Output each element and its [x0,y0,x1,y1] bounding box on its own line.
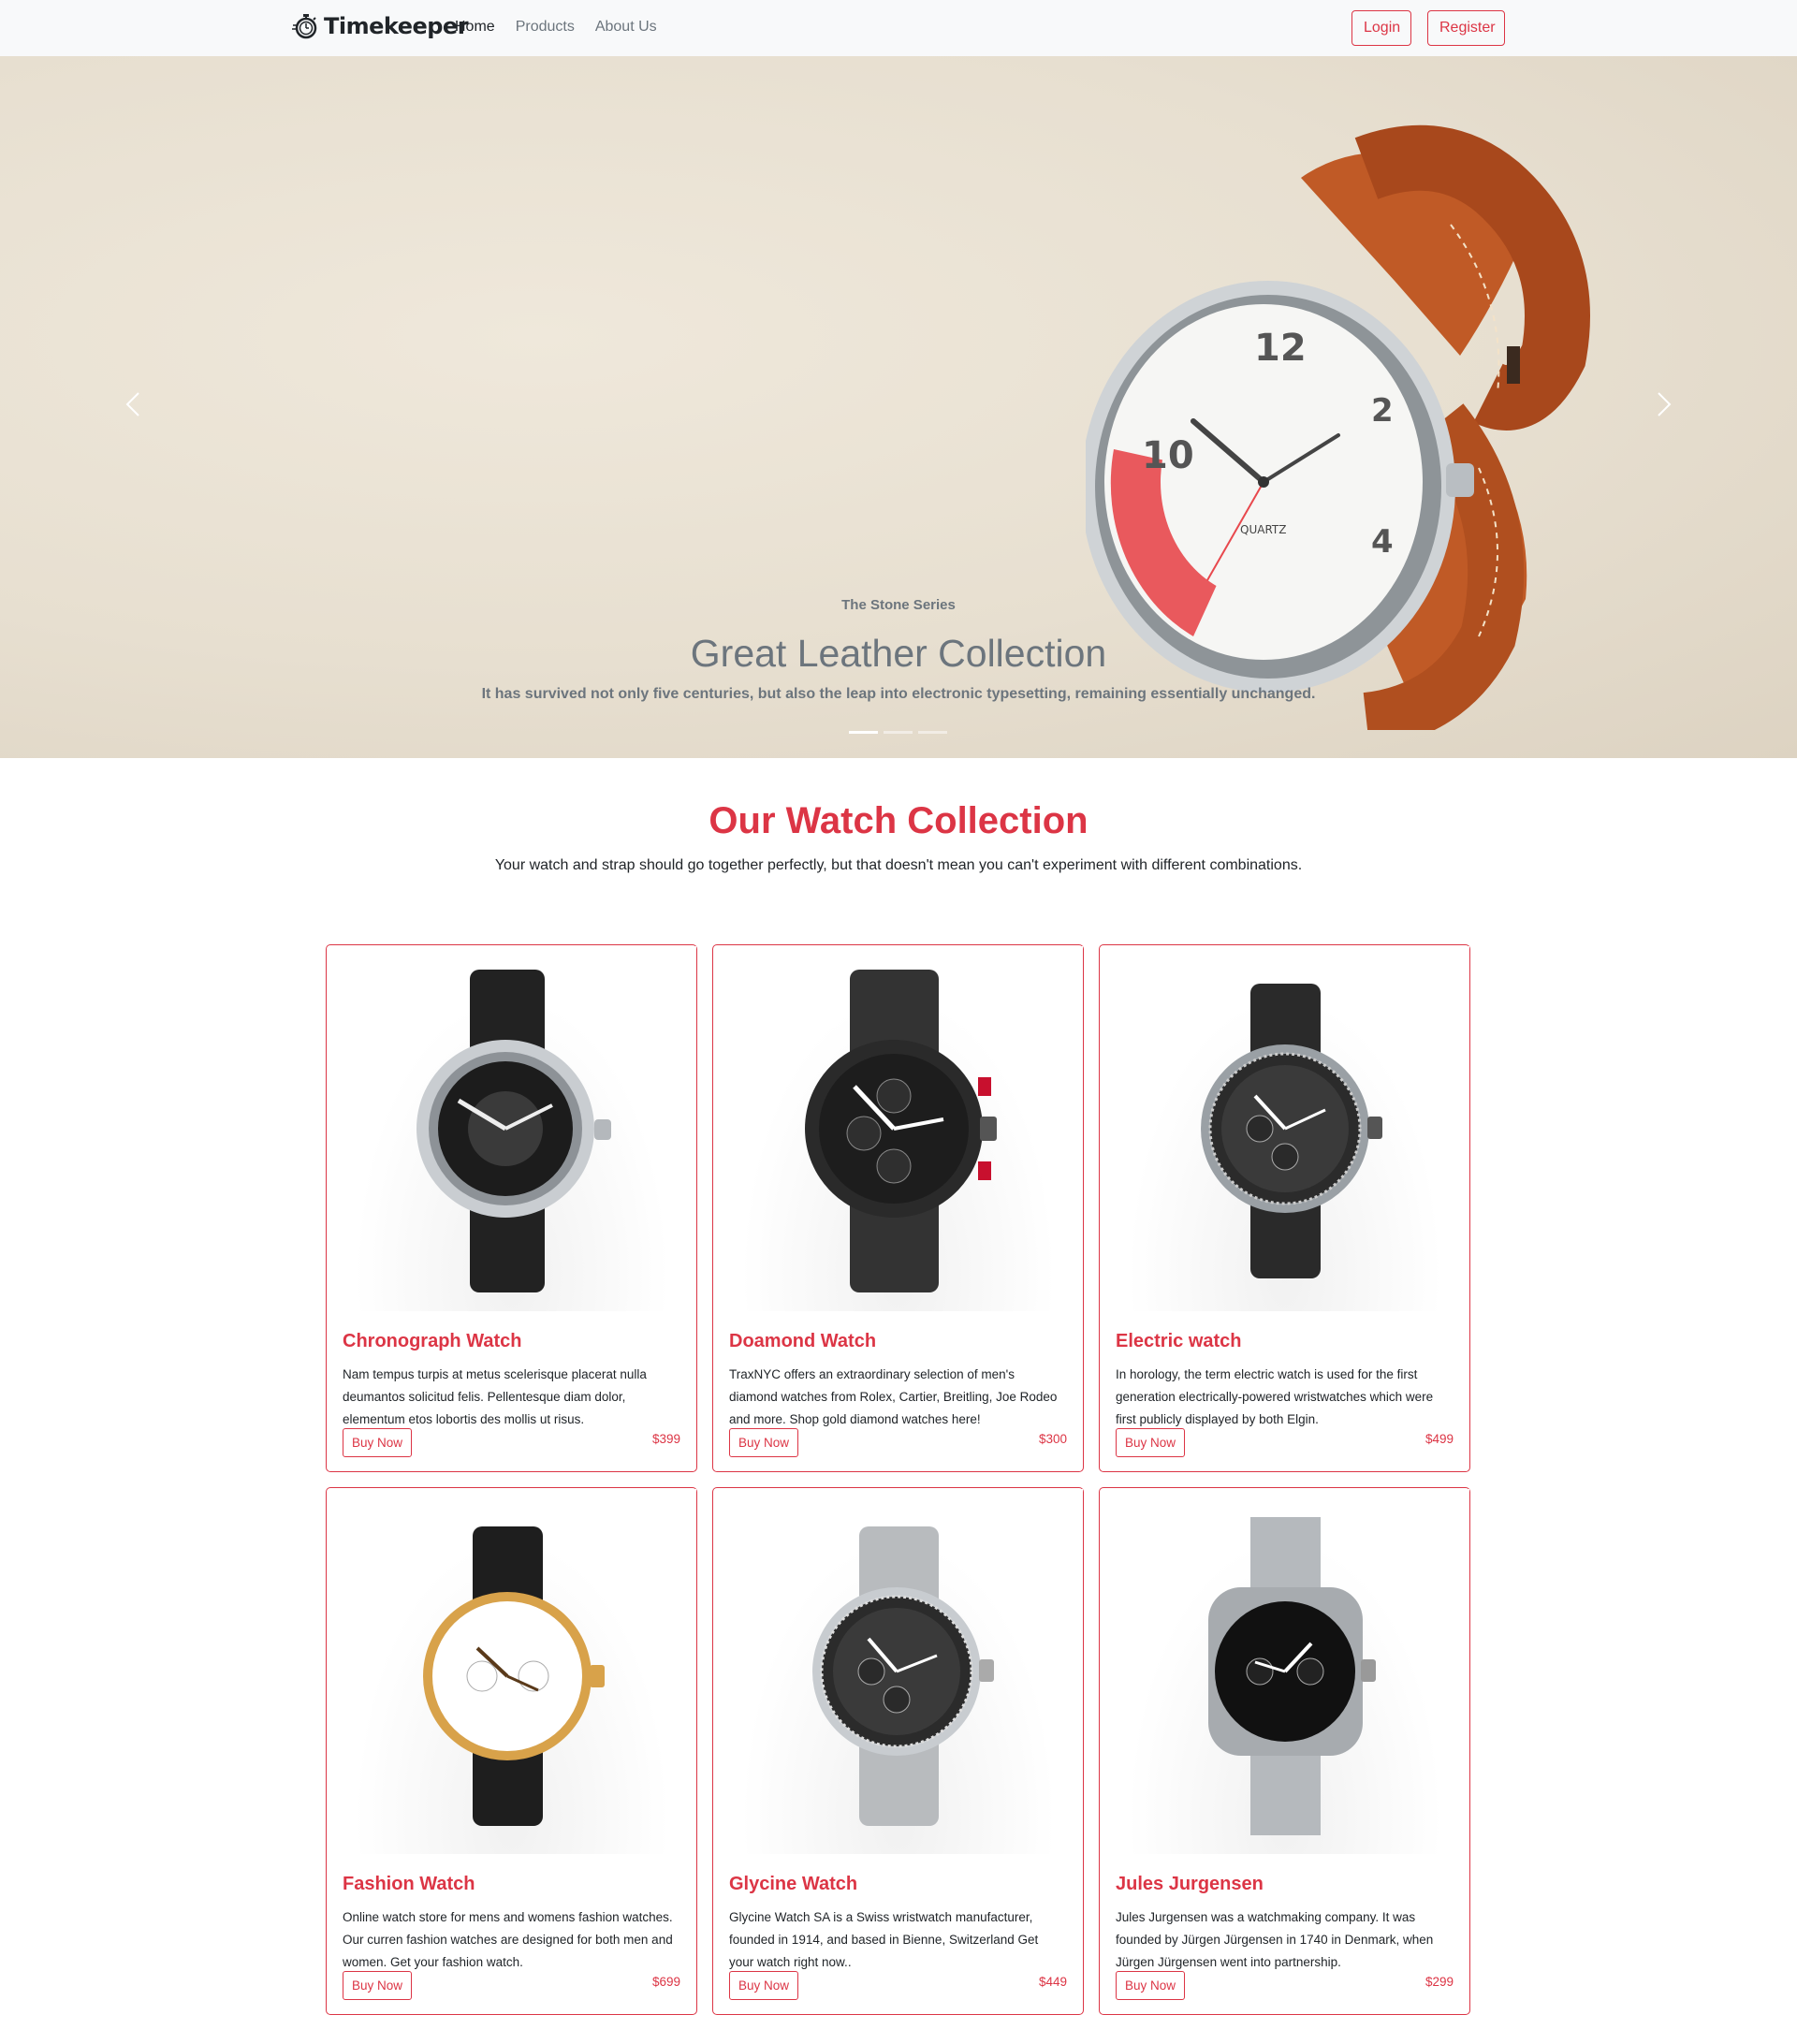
wristwatch-icon [805,970,997,1292]
nav-links: Home Products About Us [455,19,657,36]
carousel-indicator-3[interactable] [918,731,947,734]
svg-text:4: 4 [1371,523,1394,561]
nav-link-about-us[interactable]: About Us [595,19,657,36]
svg-text:12: 12 [1254,327,1307,370]
svg-text:2: 2 [1371,392,1394,430]
product-card: Glycine Watch Glycine Watch SA is a Swis… [712,1487,1084,2015]
product-price: $699 [651,1975,680,1989]
product-card: Jules Jurgensen Jules Jurgensen was a wa… [1099,1487,1470,2015]
wristwatch-icon [416,970,611,1292]
hero-kicker: The Stone Series [841,597,956,613]
navbar: Timekeeper Home Products About Us Login … [0,0,1797,56]
login-button[interactable]: Login [1351,10,1411,46]
product-card: Chronograph Watch Nam tempus turpis at m… [326,944,697,1472]
carousel-indicators [849,731,947,734]
product-image [328,1489,696,1854]
buy-now-button[interactable]: Buy Now [729,1428,798,1457]
product-description: Jules Jurgensen was a watchmaking compan… [1116,1910,1434,1969]
buy-now-button[interactable]: Buy Now [1116,1428,1185,1457]
wristwatch-icon [1201,984,1382,1278]
buy-now-button[interactable]: Buy Now [1116,1971,1185,2000]
product-price: $449 [1038,1975,1067,1989]
wristwatch-icon [1208,1517,1376,1835]
chevron-left-icon[interactable] [116,386,153,423]
product-price: $300 [1038,1432,1067,1446]
chevron-right-icon[interactable] [1644,386,1681,423]
svg-text:QUARTZ: QUARTZ [1240,523,1286,536]
product-description: Online watch store for mens and womens f… [343,1910,673,1969]
collection-subtitle: Your watch and strap should go together … [494,857,1303,873]
product-card: Electric watch In horology, the term ele… [1099,944,1470,1472]
brand-name: Timekeeper [324,13,469,39]
nav-link-home[interactable]: Home [455,19,495,36]
product-image [1101,1489,1469,1854]
product-title: Chronograph Watch [343,1331,522,1351]
product-card: Fashion Watch Online watch store for men… [326,1487,697,2015]
carousel-indicator-1[interactable] [849,731,878,734]
product-title: Fashion Watch [343,1874,475,1894]
product-image [714,946,1083,1311]
buy-now-button[interactable]: Buy Now [343,1428,412,1457]
product-title: Doamond Watch [729,1331,877,1351]
buy-now-button[interactable]: Buy Now [729,1971,798,2000]
svg-text:10: 10 [1142,434,1194,477]
product-price: $499 [1424,1432,1454,1446]
register-button[interactable]: Register [1427,10,1505,46]
product-description: In horology, the term electric watch is … [1116,1367,1434,1426]
buy-now-button[interactable]: Buy Now [343,1971,412,2000]
hero-title: Great Leather Collection [690,632,1107,675]
product-title: Jules Jurgensen [1116,1874,1264,1894]
brand-logo[interactable]: Timekeeper [292,12,469,40]
product-title: Electric watch [1116,1331,1242,1351]
hero-text: It has survived not only five centuries,… [481,686,1316,702]
product-description: Glycine Watch SA is a Swiss wristwatch m… [729,1910,1039,1969]
product-image [328,946,696,1311]
product-title: Glycine Watch [729,1874,858,1894]
nav-link-products[interactable]: Products [516,19,575,36]
product-image [1101,946,1469,1311]
product-price: $299 [1424,1975,1454,1989]
collection-title: Our Watch Collection [709,800,1088,841]
wristwatch-icon [423,1526,605,1826]
product-card: Doamond Watch TraxNYC offers an extraord… [712,944,1084,1472]
stopwatch-icon [292,14,317,39]
wristwatch-icon [812,1526,994,1826]
product-price: $399 [651,1432,680,1446]
product-description: TraxNYC offers an extraordinary selectio… [729,1367,1058,1426]
product-image [714,1489,1083,1854]
product-description: Nam tempus turpis at metus scelerisque p… [343,1367,647,1426]
hero-carousel: 12 10 2 4 QUARTZ The Stone Series Great … [0,56,1797,758]
carousel-indicator-2[interactable] [884,731,913,734]
